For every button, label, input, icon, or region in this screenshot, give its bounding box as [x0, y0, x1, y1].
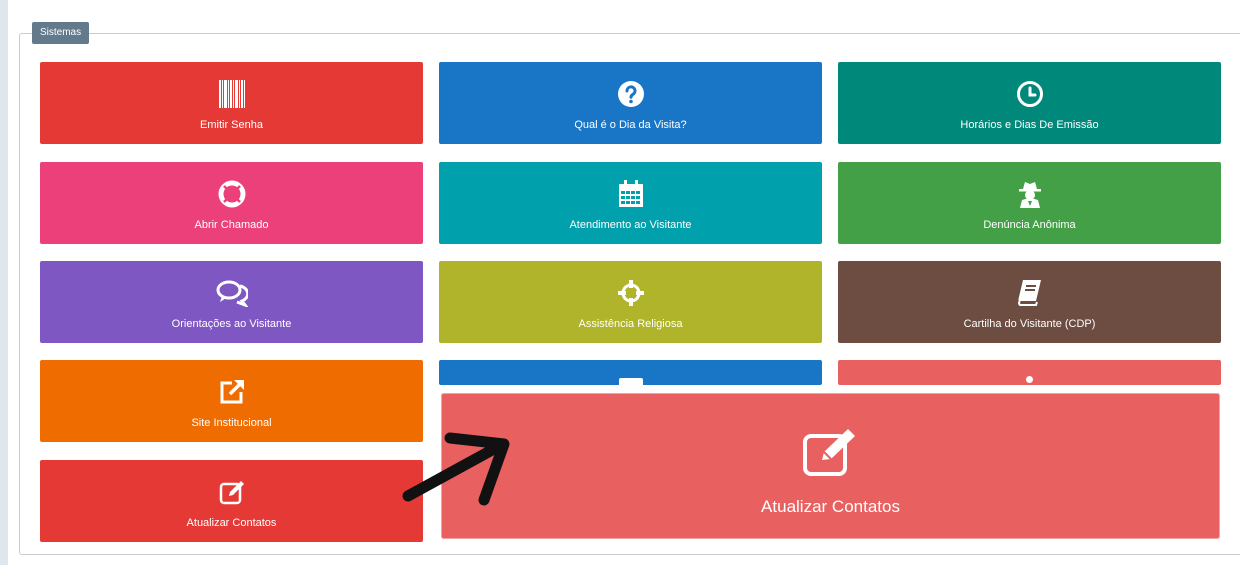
crosshairs-icon — [617, 279, 645, 307]
orientacoes-button[interactable]: Orientações ao Visitante — [40, 261, 423, 343]
atendimento-visitante-button[interactable]: Atendimento ao Visitante — [439, 162, 822, 244]
barcode-icon — [217, 80, 247, 108]
atualizar-contatos-button[interactable]: Atualizar Contatos — [40, 460, 423, 542]
emitir-senha-button[interactable]: Emitir Senha — [40, 62, 423, 144]
tile-label: Site Institucional — [191, 417, 272, 429]
partially-hidden-tile[interactable] — [838, 360, 1221, 385]
tile-label: Atualizar Contatos — [186, 517, 277, 529]
clock-icon — [1016, 80, 1044, 108]
edit-icon — [218, 478, 246, 506]
assistencia-religiosa-button[interactable]: Assistência Religiosa — [439, 261, 822, 343]
book-icon — [1017, 279, 1043, 307]
tile-icon-partial — [618, 378, 643, 385]
pointer-arrow — [402, 432, 510, 506]
tile-icon-partial — [1026, 376, 1033, 383]
abrir-chamado-button[interactable]: Abrir Chamado — [40, 162, 423, 244]
life-ring-icon — [218, 180, 246, 208]
tile-label: Qual é o Dia da Visita? — [574, 119, 687, 131]
user-secret-icon — [1018, 180, 1042, 208]
tile-label: Cartilha do Visitante (CDP) — [963, 318, 1096, 330]
site-institucional-button[interactable]: Site Institucional — [40, 360, 423, 442]
cartilha-visitante-button[interactable]: Cartilha do Visitante (CDP) — [838, 261, 1221, 343]
zoom-label: Atualizar Contatos — [761, 497, 900, 516]
tile-label: Orientações ao Visitante — [171, 318, 292, 330]
tile-label: Abrir Chamado — [194, 219, 269, 231]
tile-label: Denúncia Anônima — [983, 219, 1076, 231]
tile-label: Horários e Dias De Emissão — [960, 119, 1099, 131]
partially-hidden-tile[interactable] — [439, 360, 822, 385]
comments-icon — [216, 279, 248, 307]
external-link-icon — [218, 378, 246, 406]
edit-icon — [802, 426, 860, 483]
tile-label: Emitir Senha — [200, 119, 263, 131]
section-legend: Sistemas — [32, 22, 90, 44]
denuncia-anonima-button[interactable]: Denúncia Anônima — [838, 162, 1221, 244]
calendar-icon — [618, 180, 644, 208]
atualizar-contatos-zoom[interactable]: Atualizar Contatos — [441, 393, 1220, 539]
tile-label: Assistência Religiosa — [578, 318, 683, 330]
dia-da-visita-button[interactable]: Qual é o Dia da Visita? — [439, 62, 822, 144]
tile-label: Atendimento ao Visitante — [569, 219, 692, 231]
horarios-button[interactable]: Horários e Dias De Emissão — [838, 62, 1221, 144]
question-circle-icon — [617, 80, 645, 108]
